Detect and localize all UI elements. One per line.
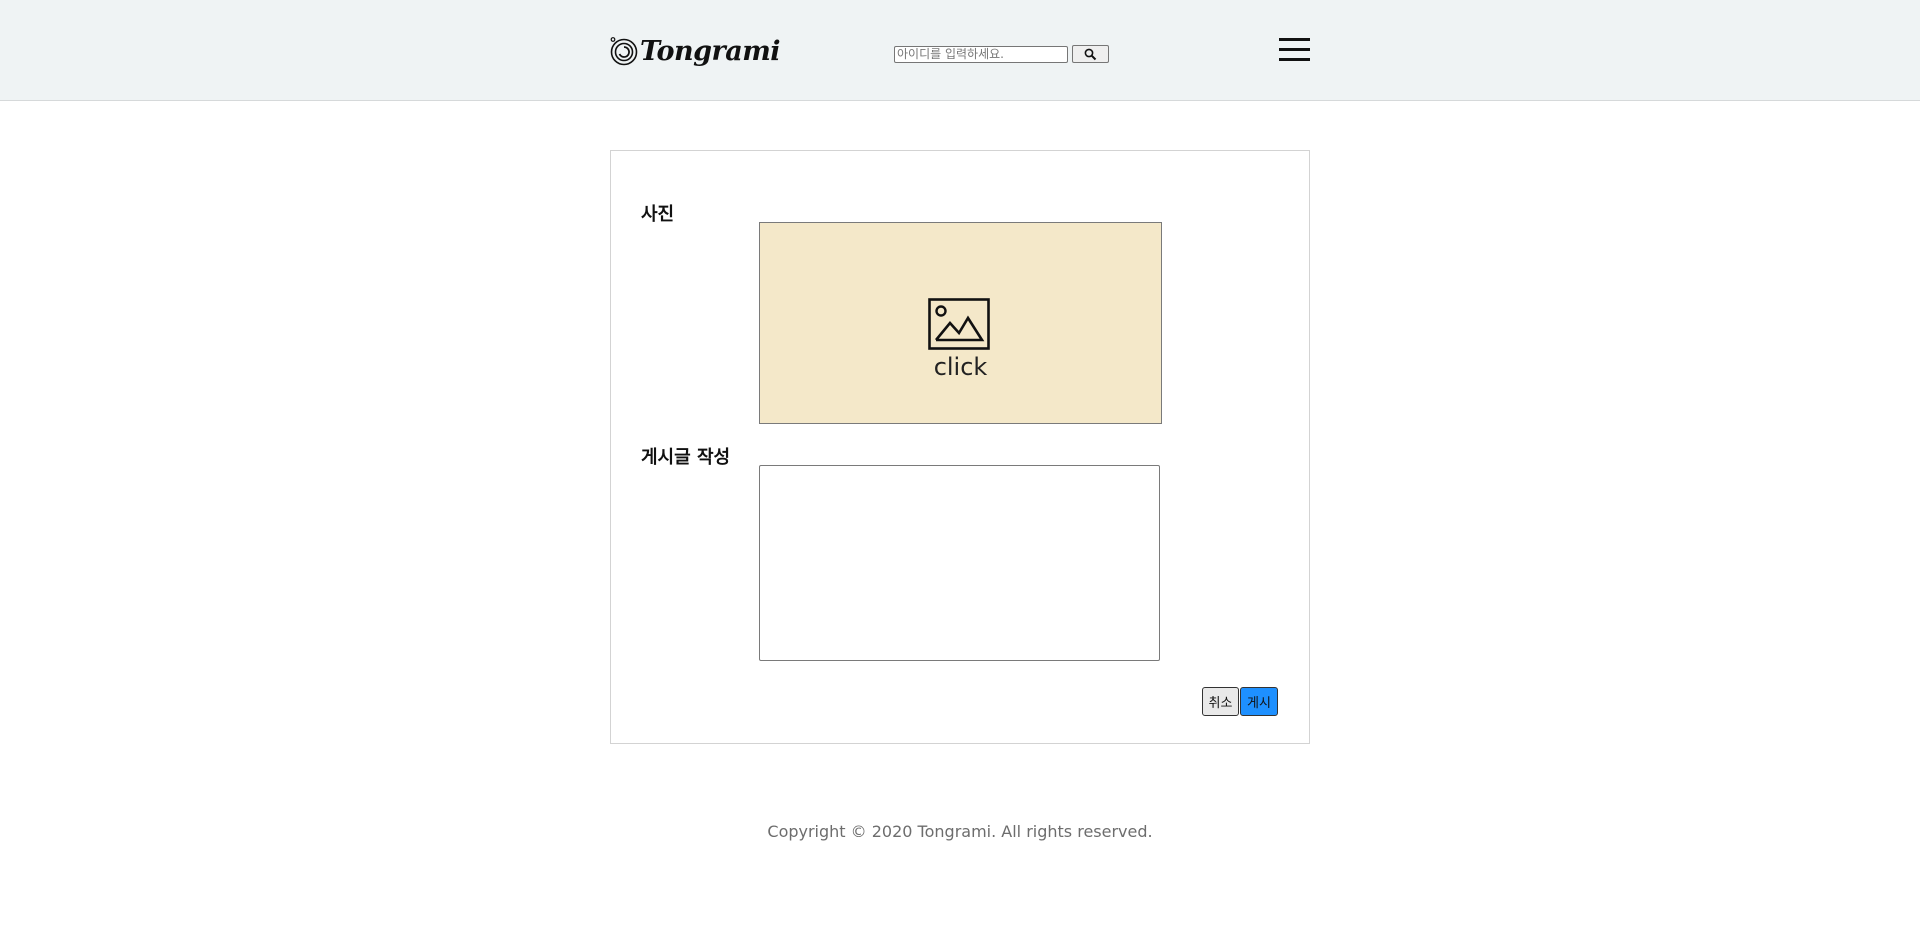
site-header: Tongrami bbox=[0, 0, 1920, 101]
search-input[interactable] bbox=[894, 45, 1068, 63]
post-content-textarea[interactable] bbox=[759, 465, 1160, 661]
post-form-card: 사진 click 게시글 작성 취소 게시 bbox=[610, 150, 1310, 744]
menu-bar-line bbox=[1279, 38, 1310, 41]
logo-camera-icon bbox=[610, 37, 638, 66]
search-icon bbox=[1084, 48, 1097, 60]
photo-upload-text: click bbox=[933, 353, 988, 381]
cancel-button[interactable]: 취소 bbox=[1202, 687, 1239, 716]
image-icon bbox=[928, 298, 990, 350]
photo-label: 사진 bbox=[641, 204, 675, 225]
footer-copyright: Copyright © 2020 Tongrami. All rights re… bbox=[767, 822, 1153, 841]
logo-text: Tongrami bbox=[640, 35, 781, 67]
search-button[interactable] bbox=[1072, 45, 1109, 63]
logo[interactable]: Tongrami bbox=[609, 33, 781, 69]
submit-post-button[interactable]: 게시 bbox=[1240, 687, 1278, 716]
menu-bar-line bbox=[1279, 48, 1310, 51]
photo-upload-area[interactable]: click bbox=[759, 222, 1162, 424]
search-bar bbox=[894, 45, 1109, 63]
menu-bar-line bbox=[1279, 58, 1310, 61]
post-content-label: 게시글 작성 bbox=[641, 447, 731, 468]
hamburger-menu-button[interactable] bbox=[1279, 38, 1310, 62]
